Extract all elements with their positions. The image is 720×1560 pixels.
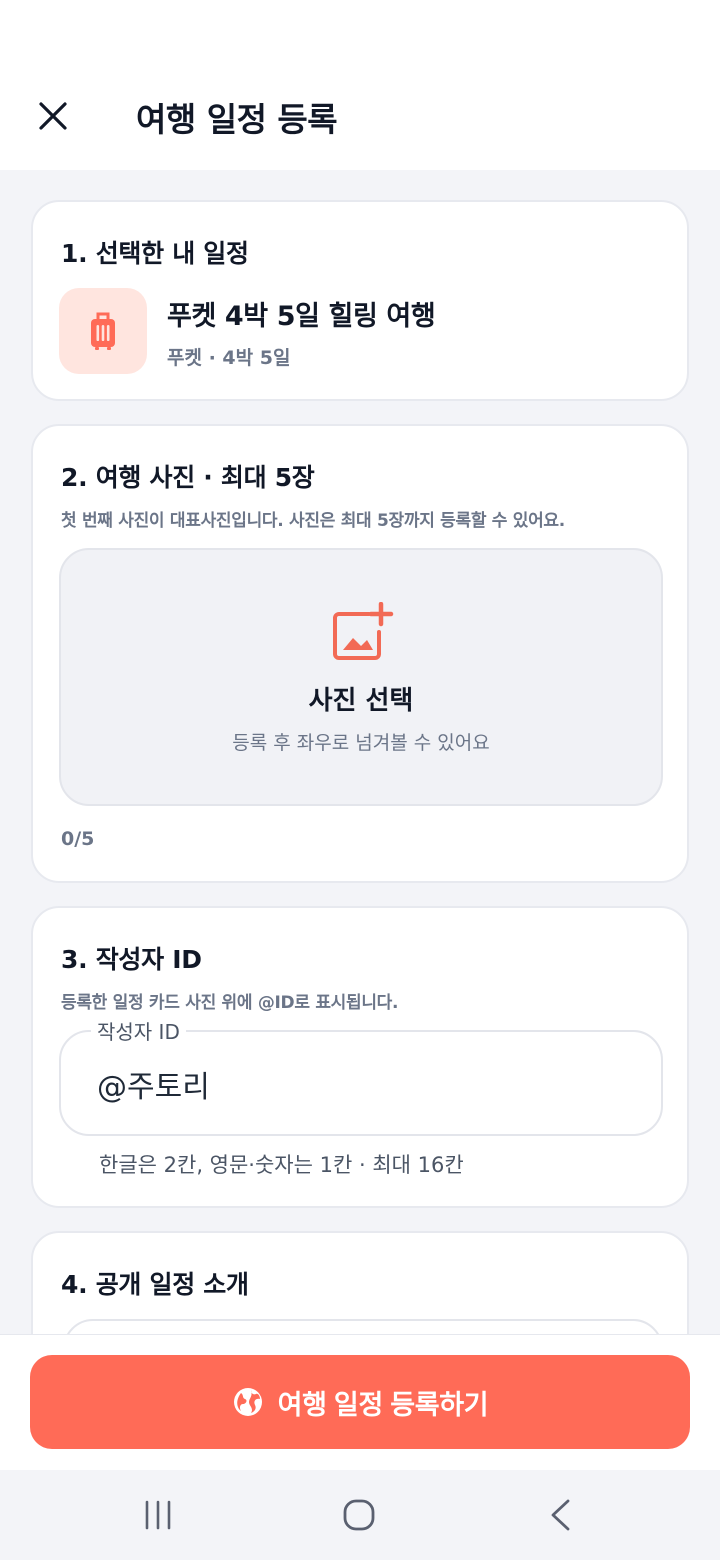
- app-header: 여행 일정 등록: [0, 60, 720, 170]
- luggage-icon: [91, 312, 115, 350]
- status-bar: [0, 0, 720, 60]
- photo-picker-button[interactable]: 사진 선택 등록 후 좌우로 넘겨볼 수 있어요: [59, 548, 663, 806]
- author-id-field-label: 작성자 ID: [91, 1016, 186, 1045]
- register-trip-label: 여행 일정 등록하기: [277, 1389, 489, 1420]
- section-title-public-intro: 4. 공개 일정 소개: [61, 1270, 249, 1299]
- photo-picker-hint: 등록 후 좌우로 넘겨볼 수 있어요: [232, 732, 490, 754]
- close-button[interactable]: [30, 93, 76, 139]
- trip-name: 푸켓 4박 5일 힐링 여행: [167, 301, 436, 332]
- trip-meta: 푸켓 · 4박 5일: [167, 347, 291, 369]
- recents-button[interactable]: [128, 1495, 188, 1535]
- section-title-author-id: 3. 작성자 ID: [61, 945, 202, 974]
- globe-icon: [233, 1388, 262, 1416]
- section-title-selected-trip: 1. 선택한 내 일정: [61, 239, 249, 268]
- public-intro-card: 4. 공개 일정 소개: [31, 1231, 689, 1334]
- author-id-field[interactable]: 작성자 ID: [59, 1016, 663, 1136]
- page-title: 여행 일정 등록: [136, 100, 338, 139]
- trip-thumbnail: [59, 288, 147, 374]
- close-icon: [39, 102, 67, 130]
- author-id-helper: 한글은 2칸, 영문·숫자는 1칸 · 최대 16칸: [99, 1153, 464, 1177]
- selected-trip-card: 1. 선택한 내 일정 푸켓 4박 5일 힐링 여행 푸켓 · 4박 5일: [31, 200, 689, 401]
- photo-count: 0/5: [61, 828, 95, 850]
- register-trip-button[interactable]: 여행 일정 등록하기: [30, 1355, 690, 1449]
- author-id-input[interactable]: [97, 1060, 637, 1108]
- author-id-card: 3. 작성자 ID 등록한 일정 카드 사진 위에 @ID로 표시됩니다. 작성…: [31, 906, 689, 1208]
- photo-picker-label: 사진 선택: [308, 686, 414, 716]
- trip-photos-card: 2. 여행 사진 · 최대 5장 첫 번째 사진이 대표사진입니다. 사진은 최…: [31, 424, 689, 883]
- back-icon: [551, 1499, 570, 1531]
- recents-icon: [145, 1500, 171, 1530]
- system-nav-bar: [0, 1470, 720, 1560]
- home-icon: [343, 1499, 375, 1531]
- photos-description: 첫 번째 사진이 대표사진입니다. 사진은 최대 5장까지 등록할 수 있어요.: [61, 511, 565, 531]
- back-button[interactable]: [530, 1495, 590, 1535]
- form-scroll-area[interactable]: 1. 선택한 내 일정 푸켓 4박 5일 힐링 여행 푸켓 · 4박 5일 2.…: [0, 170, 720, 1334]
- section-title-photos: 2. 여행 사진 · 최대 5장: [61, 463, 315, 492]
- bottom-action-bar: 여행 일정 등록하기: [0, 1334, 720, 1470]
- home-button[interactable]: [329, 1495, 389, 1535]
- author-id-description: 등록한 일정 카드 사진 위에 @ID로 표시됩니다.: [61, 993, 399, 1013]
- public-intro-input[interactable]: [63, 1319, 663, 1334]
- add-photo-icon: [333, 602, 394, 660]
